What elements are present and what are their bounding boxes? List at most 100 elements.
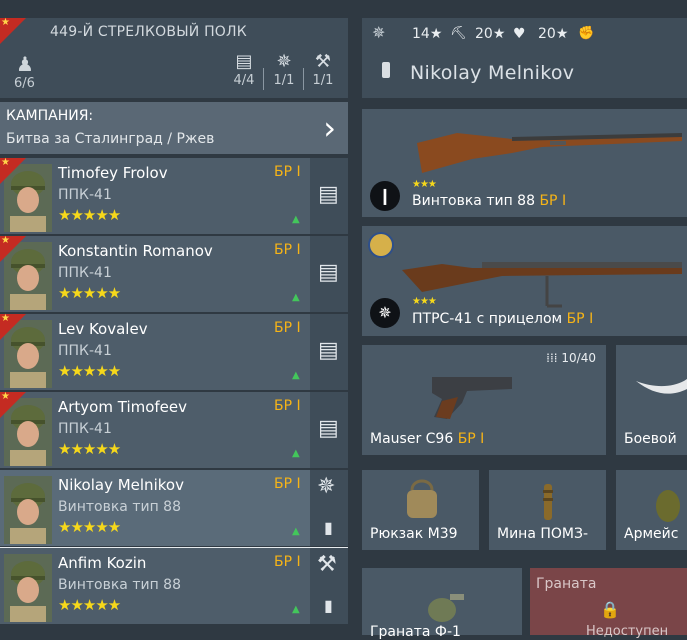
person-icon: ♟ (16, 52, 34, 76)
vitality-icon: ✊ (578, 26, 595, 41)
rifle-image (417, 133, 682, 173)
item-slot-3[interactable]: Армейс (616, 470, 687, 550)
rifle-class-icon: ❙ (370, 181, 400, 211)
unit-stat-soldiers[interactable]: ▤ 4/4 (226, 51, 262, 95)
list-icon[interactable]: ▤ (318, 182, 339, 207)
soldier-row[interactable]: ★ Artyom Timofeev ППК-41 ★★★★★ БР I ▲ ▤ (0, 391, 348, 468)
soldier-row[interactable]: ★ Timofey Frolov ППК-41 ★★★★★ БР I ▲ ▤ (0, 157, 348, 234)
stat-c: 20★ (538, 26, 569, 42)
unit-stat-upgrades-value: 1/1 (312, 73, 334, 88)
flask-image (656, 490, 680, 522)
soldier-br: БР I (274, 320, 301, 336)
unit-stat-perks[interactable]: ✵ 1/1 (266, 51, 302, 95)
campaign-title: КАМПАНИЯ: (6, 108, 94, 124)
soldier-row[interactable]: ★ Konstantin Romanov ППК-41 ★★★★★ БР I ▲ ▤ (0, 235, 348, 312)
soldier-weapon: ППК-41 (58, 421, 112, 437)
soldier-name: Anfim Kozin (58, 554, 147, 572)
heart-icon: ♥ (513, 26, 526, 42)
backpack-image (407, 479, 437, 518)
soldier-side-actions: ✵ ▮ (310, 470, 348, 546)
soldier-row[interactable]: Nikolay Melnikov Винтовка тип 88 ★★★★★ БР I… (0, 470, 348, 550)
soldier-row[interactable]: ★ Lev Kovalev ППК-41 ★★★★★ БР I ▲ ▤ (0, 313, 348, 390)
upgrade-arrow-icon: ▲ (292, 292, 300, 303)
weapon-stars: ★★★ (412, 179, 437, 190)
melee-slot[interactable]: Боевой (616, 345, 687, 455)
unit-stat-upgrades[interactable]: ⚒ 1/1 (305, 51, 341, 95)
grenade-slot[interactable]: Граната Ф-1 (362, 568, 522, 640)
wrench-icon[interactable]: ⚒ (317, 552, 337, 577)
rank-ribbon: ★ (0, 157, 26, 184)
item-3-label: Армейс (624, 526, 679, 542)
soldier-weapon: ППК-41 (58, 343, 112, 359)
list-icon[interactable]: ▤ (318, 338, 339, 363)
soldier-br: БР I (274, 164, 301, 180)
upgrade-arrow-icon: ▲ (292, 604, 300, 615)
rank-icon (382, 62, 390, 78)
primary-weapon-br: БР I (539, 193, 567, 209)
pistol-slot[interactable]: ⁞⁞⁞ 10/40 Mauser C96 БР I (362, 345, 606, 455)
list-icon: ▤ (235, 51, 253, 72)
stat-a: 14★ (412, 26, 443, 42)
soldier-stars: ★★★★★ (58, 284, 121, 302)
soldier-name: Lev Kovalev (58, 320, 148, 338)
campaign-selector[interactable]: КАМПАНИЯ: Битва за Сталинград / Ржев › (0, 102, 348, 154)
chevron-right-icon[interactable]: › (323, 110, 336, 146)
primary-weapon-slot[interactable]: ❙ ★★★ Винтовка тип 88 БР I (362, 109, 687, 217)
soldier-name: Timofey Frolov (58, 164, 168, 182)
unit-stat-perks-value: 1/1 (273, 73, 295, 88)
upgrade-arrow-icon: ▲ (292, 214, 300, 225)
campaign-subtitle: Битва за Сталинград / Ржев (6, 131, 215, 147)
unit-header: ★ 449-Й СТРЕЛКОВЫЙ ПОЛК ♟ 6/6 ▤ 4/4 ✵ 1/… (0, 17, 348, 98)
secondary-weapon-slot[interactable]: ✵ ★★★ ПТРС-41 с прицелом БР I (362, 226, 687, 336)
soldier-weapon: Винтовка тип 88 (58, 499, 181, 515)
item-1-label: Рюкзак М39 (370, 526, 458, 542)
soldier-weapon: ППК-41 (58, 265, 112, 281)
unit-rank-ribbon: ★ (0, 17, 26, 44)
lock-icon: 🔒 (600, 600, 620, 619)
list-icon[interactable]: ▤ (318, 416, 339, 441)
melee-name: Боевой (624, 431, 677, 447)
soldier-br: БР I (274, 554, 301, 570)
soldier-portrait (4, 554, 52, 622)
wrench-icon: ⚒ (314, 51, 332, 72)
upgrade-arrow-icon: ▲ (292, 526, 300, 537)
soldier-name: Artyom Timofeev (58, 398, 188, 416)
soldier-name: Nikolay Melnikov (58, 476, 184, 494)
list-icon[interactable]: ▤ (318, 260, 339, 285)
rank-ribbon: ★ (0, 313, 26, 340)
unit-stat-soldiers-value: 4/4 (233, 73, 255, 88)
pistol-name: Mauser C96 БР I (370, 431, 484, 447)
antitank-rifle-image (402, 262, 682, 308)
soldier-name: Nikolay Melnikov (410, 62, 575, 84)
item-slot-1[interactable]: Рюкзак М39 (362, 470, 479, 550)
soldier-header: ✵ 14★ ⛏ 20★ ♥ 20★ ✊ Nikolay Melnikov (362, 18, 687, 98)
soldier-stars: ★★★★★ (58, 596, 121, 614)
soldier-row[interactable]: Anfim Kozin Винтовка тип 88 ★★★★★ БР I ▲ ⚒ ▮ (0, 548, 348, 624)
soldier-weapon: Винтовка тип 88 (58, 577, 181, 593)
soldier-portrait (4, 476, 52, 544)
item-slot-2[interactable]: Мина ПОМЗ- (489, 470, 606, 550)
soldier-br: БР I (274, 476, 301, 492)
unit-name: 449-Й СТРЕЛКОВЫЙ ПОЛК (50, 24, 247, 40)
soldier-side-actions: ▤ (310, 236, 348, 312)
perk-icon: ✵ (372, 23, 386, 42)
secondary-weapon-name: ПТРС-41 с прицелом БР I (412, 311, 593, 327)
locked-slot-status: Недоступен (586, 624, 669, 639)
soldier-stars: ★★★★★ (58, 206, 121, 224)
soldier-stars: ★★★★★ (58, 518, 121, 536)
pistol-br: БР I (457, 431, 485, 447)
divider (303, 68, 304, 90)
unit-soldier-count: 6/6 (14, 76, 35, 91)
perk-icon: ✵ (276, 51, 292, 72)
pistol-image (432, 377, 512, 419)
rifle-skill-icon: ⛏ (450, 26, 467, 41)
soldier-br: БР I (274, 398, 301, 414)
soldier-br: БР I (274, 242, 301, 258)
primary-weapon-name: Винтовка тип 88 БР I (412, 193, 566, 209)
divider (263, 68, 264, 90)
soldier-side-actions: ▤ (310, 314, 348, 390)
grenade-name: Граната Ф-1 (370, 624, 461, 640)
perk-icon[interactable]: ✵ (317, 474, 335, 499)
mine-image (543, 484, 553, 520)
soldier-side-actions: ▤ (310, 392, 348, 468)
